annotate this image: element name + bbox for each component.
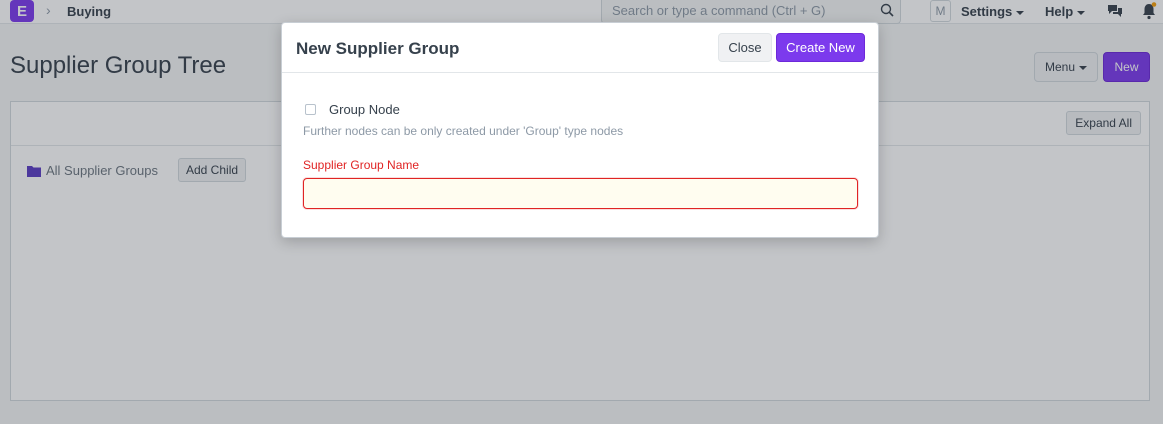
dialog-header: New Supplier Group Close Create New (282, 23, 878, 73)
group-node-label: Group Node (329, 102, 400, 117)
close-button[interactable]: Close (718, 33, 772, 62)
supplier-group-name-input[interactable] (303, 178, 858, 209)
new-supplier-group-dialog: New Supplier Group Close Create New Grou… (281, 22, 879, 238)
create-new-button[interactable]: Create New (776, 33, 865, 62)
group-node-checkbox[interactable] (305, 104, 316, 115)
group-node-checkbox-row[interactable]: Group Node (305, 102, 400, 117)
group-node-help-text: Further nodes can be only created under … (303, 124, 624, 138)
dialog-title: New Supplier Group (296, 39, 460, 58)
supplier-group-name-label: Supplier Group Name (303, 158, 420, 172)
